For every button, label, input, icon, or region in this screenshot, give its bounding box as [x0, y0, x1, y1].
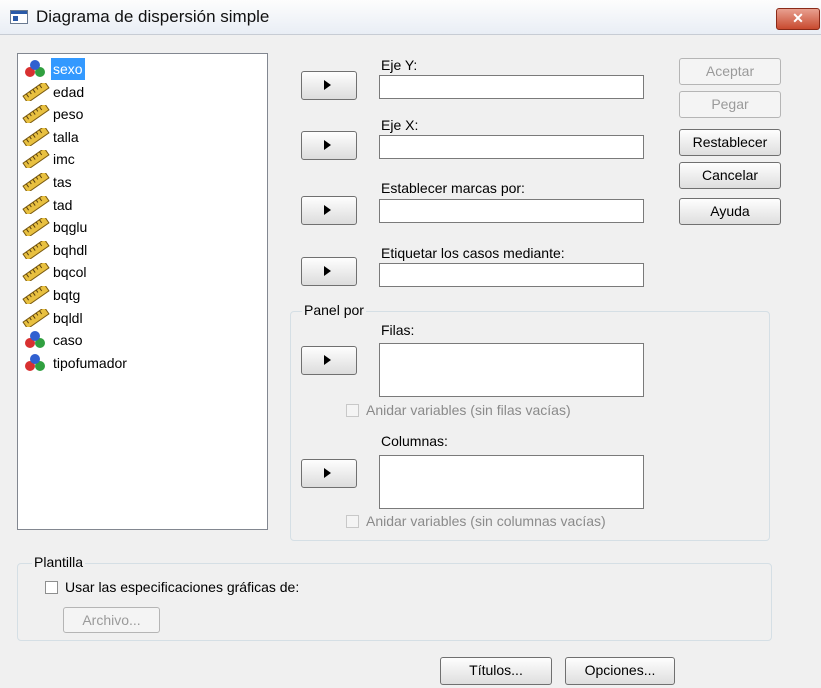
- ruler-scale-icon: [22, 170, 50, 194]
- variable-label: sexo: [51, 58, 85, 80]
- ruler-scale-icon: [22, 260, 50, 284]
- variable-label: tipofumador: [53, 354, 127, 371]
- variable-label: bqldl: [53, 309, 83, 326]
- move-to-columns-button[interactable]: [301, 459, 357, 488]
- nest-columns-checkbox[interactable]: [346, 515, 359, 528]
- nominal-circles-icon: [22, 353, 50, 372]
- ruler-scale-icon: [22, 306, 50, 330]
- variable-label: tas: [53, 174, 72, 190]
- panel-by-legend: Panel por: [302, 302, 366, 318]
- x-axis-field[interactable]: [379, 135, 644, 159]
- label-cases-label: Etiquetar los casos mediante:: [381, 245, 565, 261]
- file-button[interactable]: Archivo...: [63, 607, 160, 633]
- nest-rows-checkbox[interactable]: [346, 404, 359, 417]
- y-axis-field[interactable]: [379, 75, 644, 99]
- variable-list[interactable]: sexo edad peso talla imc tas tad bqglu bqhdl bqco…: [17, 53, 268, 530]
- move-to-rows-button[interactable]: [301, 346, 357, 375]
- arrow-right-icon: [324, 266, 331, 276]
- nominal-circles-icon: [22, 331, 50, 349]
- arrow-right-icon: [324, 205, 331, 215]
- ruler-scale-icon: [22, 238, 50, 262]
- x-axis-label: Eje X:: [381, 117, 419, 133]
- columns-list[interactable]: [379, 455, 644, 509]
- nest-columns-label: Anidar variables (sin columnas vacías): [366, 513, 606, 529]
- window-title: Diagrama de dispersión simple: [36, 7, 270, 26]
- rows-list[interactable]: [379, 343, 644, 397]
- arrow-right-icon: [324, 468, 331, 478]
- ruler-scale-icon: [22, 193, 50, 217]
- variable-label: bqtg: [53, 287, 81, 303]
- nest-rows-label: Anidar variables (sin filas vacías): [366, 402, 571, 418]
- title-bar: Diagrama de dispersión simple ✕: [0, 0, 821, 35]
- ruler-scale-icon: [22, 147, 50, 171]
- cancel-button[interactable]: Cancelar: [679, 162, 781, 189]
- paste-button[interactable]: Pegar: [679, 91, 781, 118]
- app-window-icon: [10, 10, 28, 24]
- variable-label: bqglu: [53, 219, 88, 236]
- options-button[interactable]: Opciones...: [565, 657, 675, 685]
- variable-label: edad: [53, 83, 85, 100]
- use-chart-spec-checkbox[interactable]: [45, 581, 58, 594]
- variable-label: bqcol: [53, 264, 87, 281]
- move-to-label-cases-button[interactable]: [301, 257, 357, 286]
- arrow-right-icon: [324, 355, 331, 365]
- use-chart-spec-label: Usar las especificaciones gráficas de:: [65, 579, 300, 595]
- rows-label: Filas:: [381, 322, 415, 338]
- columns-label: Columnas:: [381, 433, 448, 449]
- variable-label: peso: [53, 106, 84, 123]
- move-to-markers-button[interactable]: [301, 196, 357, 225]
- ruler-scale-icon: [22, 125, 50, 149]
- variable-label: bqhdl: [53, 241, 88, 258]
- ruler-scale-icon: [22, 102, 50, 126]
- variable-label: imc: [53, 151, 75, 168]
- titles-button[interactable]: Títulos...: [440, 657, 552, 685]
- arrow-right-icon: [324, 140, 331, 150]
- move-to-x-axis-button[interactable]: [301, 131, 357, 160]
- reset-button[interactable]: Restablecer: [679, 129, 781, 156]
- ruler-scale-icon: [22, 283, 50, 307]
- move-to-y-axis-button[interactable]: [301, 71, 357, 100]
- label-cases-field[interactable]: [379, 263, 644, 287]
- variable-label: tad: [53, 196, 73, 213]
- markers-field[interactable]: [379, 199, 644, 223]
- ruler-scale-icon: [22, 215, 50, 239]
- template-legend: Plantilla: [32, 554, 86, 570]
- variable-label: talla: [53, 128, 79, 145]
- arrow-right-icon: [324, 80, 331, 90]
- markers-label: Establecer marcas por:: [381, 180, 525, 196]
- variable-label: caso: [53, 332, 83, 349]
- nominal-circles-icon: [22, 60, 50, 78]
- help-button[interactable]: Ayuda: [679, 198, 781, 225]
- close-button[interactable]: ✕: [776, 8, 820, 30]
- accept-button[interactable]: Aceptar: [679, 58, 781, 85]
- ruler-scale-icon: [22, 80, 50, 104]
- y-axis-label: Eje Y:: [381, 57, 418, 73]
